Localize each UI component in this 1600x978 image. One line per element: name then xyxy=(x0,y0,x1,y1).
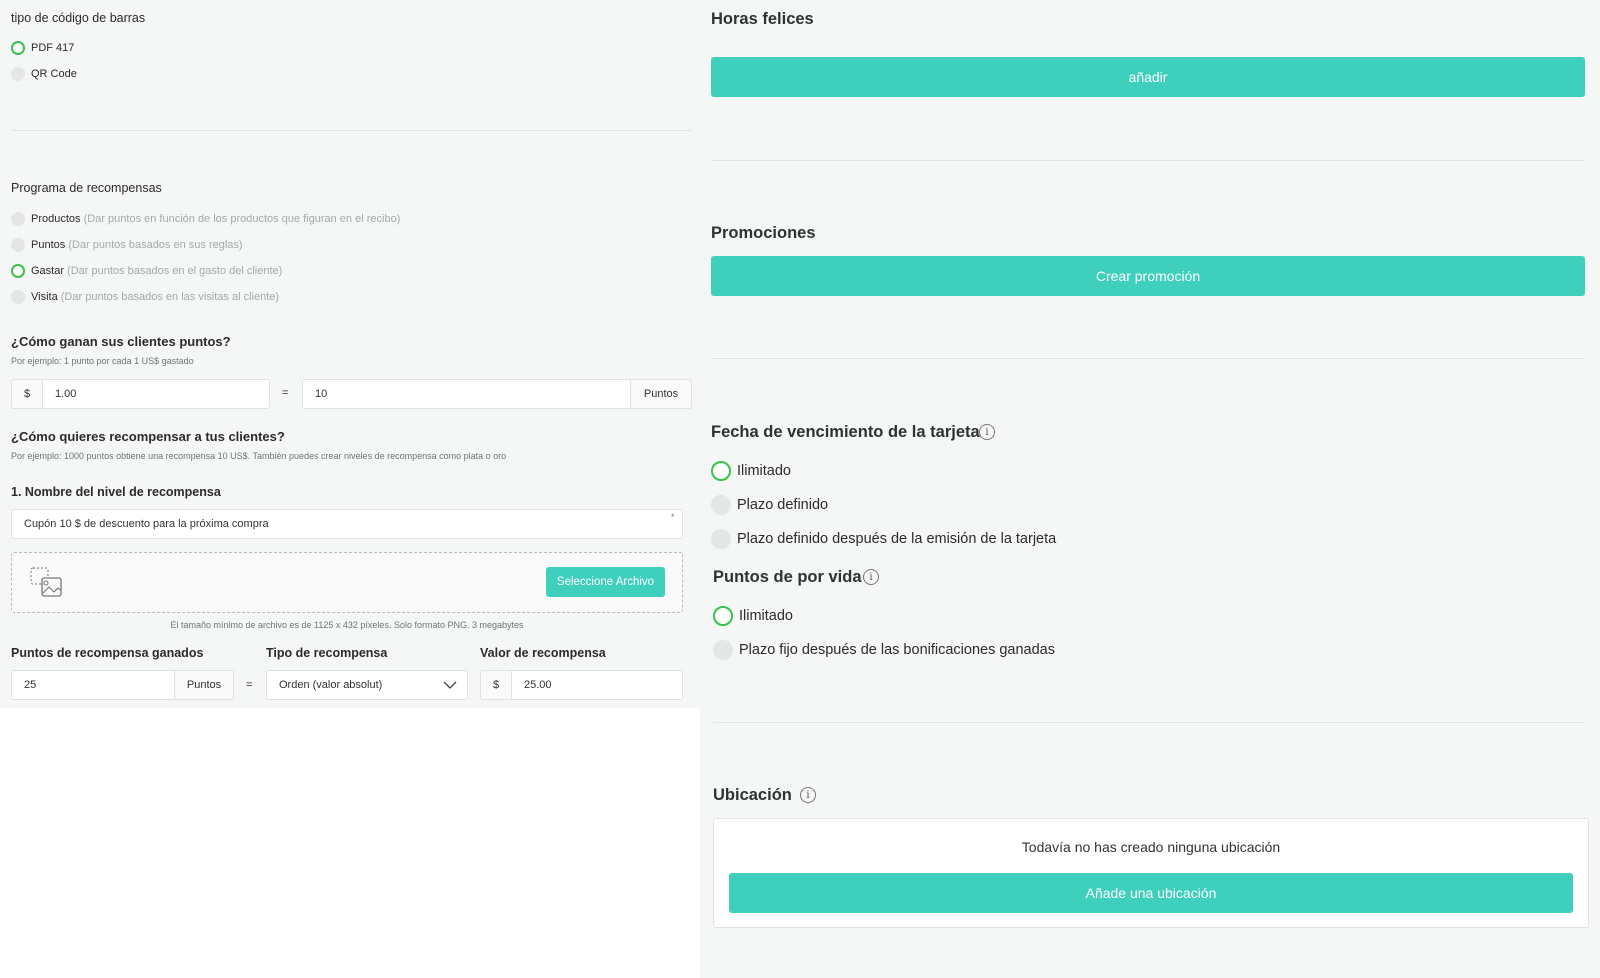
info-icon[interactable]: i xyxy=(800,787,816,803)
lifetime-unlimited-label[interactable]: Ilimitado xyxy=(739,608,793,624)
earn-points-title: ¿Cómo ganan sus clientes puntos? xyxy=(11,334,231,349)
rewards-gastar-option[interactable]: Gastar (Dar puntos basados en el gasto d… xyxy=(31,265,282,277)
add-location-button[interactable]: Añade una ubicación xyxy=(729,873,1573,913)
rewards-visita-radio[interactable] xyxy=(11,290,25,304)
rewards-visita-option[interactable]: Visita (Dar puntos basados en las visita… xyxy=(31,291,279,303)
rewards-productos-hint: (Dar puntos en función de los productos … xyxy=(83,213,401,225)
reward-points-addon: Puntos xyxy=(174,670,234,700)
currency-addon: $ xyxy=(11,379,43,409)
rewards-productos-label: Productos xyxy=(31,213,81,225)
image-upload-icon xyxy=(30,566,62,598)
left-panel: tipo de código de barras PDF 417 QR Code… xyxy=(0,0,700,708)
divider xyxy=(713,722,1585,723)
reward-level-label: 1. Nombre del nivel de recompensa xyxy=(11,485,221,499)
info-icon[interactable]: i xyxy=(863,569,879,585)
expiry-defined-radio[interactable] xyxy=(711,495,731,515)
required-mark: * xyxy=(671,512,675,522)
promotions-title: Promociones xyxy=(711,224,816,242)
reward-points-label: Puntos de recompensa ganados xyxy=(11,646,204,660)
divider xyxy=(711,160,1585,161)
rewards-puntos-radio[interactable] xyxy=(11,238,25,252)
rewards-gastar-radio[interactable] xyxy=(11,264,25,278)
expiry-defined-label[interactable]: Plazo definido xyxy=(737,497,828,513)
barcode-qrcode-radio[interactable] xyxy=(11,67,25,81)
reward-level-name-input[interactable]: Cupón 10 $ de descuento para la próxima … xyxy=(11,509,683,539)
points-addon: Puntos xyxy=(630,379,692,409)
lifetime-unlimited-radio[interactable] xyxy=(713,606,733,626)
info-icon[interactable]: i xyxy=(979,424,995,440)
rewards-productos-radio[interactable] xyxy=(11,212,25,226)
rewards-puntos-label: Puntos xyxy=(31,239,66,251)
card-expiry-title: Fecha de vencimiento de la tarjeta xyxy=(711,423,980,441)
earn-points-hint: Por ejemplo: 1 punto por cada 1 US$ gast… xyxy=(11,356,194,366)
happy-hours-title: Horas felices xyxy=(711,10,814,28)
select-file-button[interactable]: Seleccione Archivo xyxy=(546,567,665,597)
rewards-gastar-hint: (Dar puntos basados en el gasto del clie… xyxy=(67,265,283,277)
spend-amount-input[interactable]: 1.00 xyxy=(42,379,270,409)
location-empty-text: Todavía no has creado ninguna ubicación xyxy=(1021,839,1281,855)
location-title: Ubicación xyxy=(713,786,792,804)
equals-sign: = xyxy=(246,679,253,691)
expiry-after-issue-label[interactable]: Plazo definido después de la emisión de … xyxy=(737,531,1056,547)
reward-clients-title: ¿Cómo quieres recompensar a tus clientes… xyxy=(11,429,285,444)
barcode-pdf417-label[interactable]: PDF 417 xyxy=(31,42,74,54)
reward-points-input[interactable]: 25 xyxy=(11,670,175,700)
expiry-unlimited-label[interactable]: Ilimitado xyxy=(737,463,791,479)
equals-sign: = xyxy=(282,387,289,399)
reward-type-label: Tipo de recompensa xyxy=(266,646,388,660)
location-card: Todavía no has creado ninguna ubicación … xyxy=(713,818,1589,928)
rewards-productos-option[interactable]: Productos (Dar puntos en función de los … xyxy=(31,213,400,225)
chevron-down-icon xyxy=(443,680,457,693)
rewards-gastar-label: Gastar xyxy=(31,265,65,277)
reward-value-input[interactable]: 25.00 xyxy=(511,670,683,700)
reward-clients-hint: Por ejemplo: 1000 puntos obtiene una rec… xyxy=(11,451,507,461)
rewards-puntos-hint: (Dar puntos basados en sus reglas) xyxy=(68,239,243,251)
right-panel: Horas felices añadir Promociones Crear p… xyxy=(700,0,1600,978)
barcode-qrcode-label[interactable]: QR Code xyxy=(31,68,77,80)
expiry-after-issue-radio[interactable] xyxy=(711,529,731,549)
reward-value-label: Valor de recompensa xyxy=(480,646,606,660)
upload-size-hint: El tamaño mínimo de archivo es de 1125 x… xyxy=(170,620,524,630)
rewards-puntos-option[interactable]: Puntos (Dar puntos basados en sus reglas… xyxy=(31,239,243,251)
lifetime-fixed-label[interactable]: Plazo fijo después de las bonificaciones… xyxy=(739,642,1055,658)
expiry-unlimited-radio[interactable] xyxy=(711,461,731,481)
rewards-visita-label: Visita xyxy=(31,291,58,303)
add-happy-hour-button[interactable]: añadir xyxy=(711,57,1585,97)
divider xyxy=(11,130,691,131)
file-upload-dropzone[interactable]: Seleccione Archivo xyxy=(11,552,683,613)
create-promotion-button[interactable]: Crear promoción xyxy=(711,256,1585,296)
barcode-type-title: tipo de código de barras xyxy=(11,11,146,25)
rewards-program-title: Programa de recompensas xyxy=(11,181,162,195)
lifetime-fixed-radio[interactable] xyxy=(713,640,733,660)
barcode-pdf417-radio[interactable] xyxy=(11,41,25,55)
reward-type-select[interactable]: Orden (valor absolut) xyxy=(266,670,468,700)
divider xyxy=(711,358,1585,359)
reward-value-currency-addon: $ xyxy=(480,670,512,700)
lifetime-points-title: Puntos de por vida xyxy=(713,568,862,586)
rewards-visita-hint: (Dar puntos basados en las visitas al cl… xyxy=(60,291,280,303)
earned-points-input[interactable]: 10 xyxy=(302,379,631,409)
reward-type-selected: Orden (valor absolut) xyxy=(279,679,383,691)
